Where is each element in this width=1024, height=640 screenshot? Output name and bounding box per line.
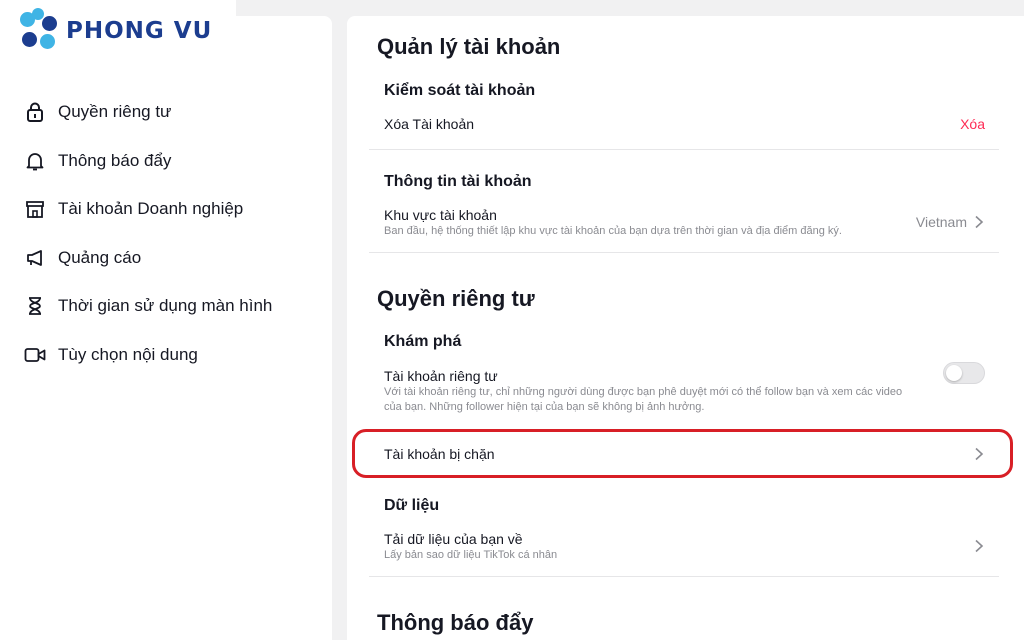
- chevron-right-icon: [975, 539, 984, 553]
- divider: [369, 252, 999, 253]
- section-title-privacy: Quyền riêng tư: [377, 286, 535, 311]
- subsection-title-data: Dữ liệu: [384, 497, 440, 514]
- chevron-right-icon: [975, 215, 984, 229]
- section-title-push-notifications: Thông báo đẩy: [377, 610, 534, 635]
- megaphone-icon: [24, 247, 46, 269]
- bell-icon: [24, 150, 46, 172]
- account-region-label: Khu vực tài khoản: [384, 207, 497, 223]
- sidebar-item-label: Tài khoản Doanh nghiệp: [58, 199, 244, 219]
- sidebar-item-label: Quyền riêng tư: [58, 102, 172, 122]
- sidebar-item-push-notifications[interactable]: Thông báo đẩy: [0, 137, 332, 186]
- chevron-right-icon: [975, 447, 984, 461]
- download-data-description: Lấy bản sao dữ liệu TikTok cá nhân: [384, 549, 558, 561]
- settings-sidebar: Quyền riêng tư Thông báo đẩy Tài khoản D…: [0, 16, 332, 640]
- sidebar-item-label: Thời gian sử dụng màn hình: [58, 296, 273, 316]
- subsection-title-discovery: Khám phá: [384, 333, 462, 350]
- divider: [369, 576, 999, 577]
- sidebar-item-label: Tùy chọn nội dung: [58, 344, 198, 364]
- sidebar-item-content-preferences[interactable]: Tùy chọn nội dung: [0, 331, 332, 380]
- sidebar-item-privacy[interactable]: Quyền riêng tư: [0, 88, 332, 137]
- video-icon: [24, 344, 46, 366]
- phongvu-logo-mark: [20, 8, 58, 50]
- sidebar-item-screen-time[interactable]: Thời gian sử dụng màn hình: [0, 282, 332, 331]
- sidebar-item-label: Quảng cáo: [58, 247, 142, 267]
- subsection-title-account-info: Thông tin tài khoản: [384, 173, 532, 190]
- sidebar-nav: Quyền riêng tư Thông báo đẩy Tài khoản D…: [0, 88, 332, 379]
- hourglass-icon: [24, 295, 46, 317]
- account-region-value: Vietnam: [915, 214, 967, 230]
- private-account-description-line-2: của bạn. Những follower hiện tại của bạn…: [384, 401, 705, 413]
- phongvu-logo: PHONG VU: [0, 0, 236, 62]
- private-account-label: Tài khoản riêng tư: [384, 368, 498, 384]
- divider: [369, 149, 999, 150]
- sidebar-item-label: Thông báo đẩy: [58, 150, 172, 170]
- sidebar-item-business-account[interactable]: Tài khoản Doanh nghiệp: [0, 185, 332, 234]
- toggle-knob: [946, 365, 962, 381]
- settings-main-panel: Quản lý tài khoản Kiểm soát tài khoản Xó…: [347, 16, 1024, 640]
- sidebar-item-ads[interactable]: Quảng cáo: [0, 234, 332, 283]
- section-title-account-management: Quản lý tài khoản: [377, 34, 561, 59]
- delete-account-button[interactable]: Xóa: [960, 116, 985, 132]
- lock-icon: [24, 101, 46, 123]
- download-data-label: Tải dữ liệu của bạn về: [384, 531, 523, 547]
- store-icon: [24, 198, 46, 220]
- blocked-accounts-label: Tài khoản bị chặn: [384, 446, 495, 462]
- private-account-toggle[interactable]: [943, 362, 985, 384]
- phongvu-logo-text: PHONG VU: [66, 18, 213, 44]
- delete-account-label: Xóa Tài khoản: [384, 116, 475, 132]
- subsection-title-account-control: Kiểm soát tài khoản: [384, 82, 536, 99]
- private-account-description-line-1: Với tài khoản riêng tư, chỉ những người …: [384, 386, 903, 398]
- account-region-description: Ban đầu, hệ thống thiết lập khu vực tài …: [384, 225, 842, 237]
